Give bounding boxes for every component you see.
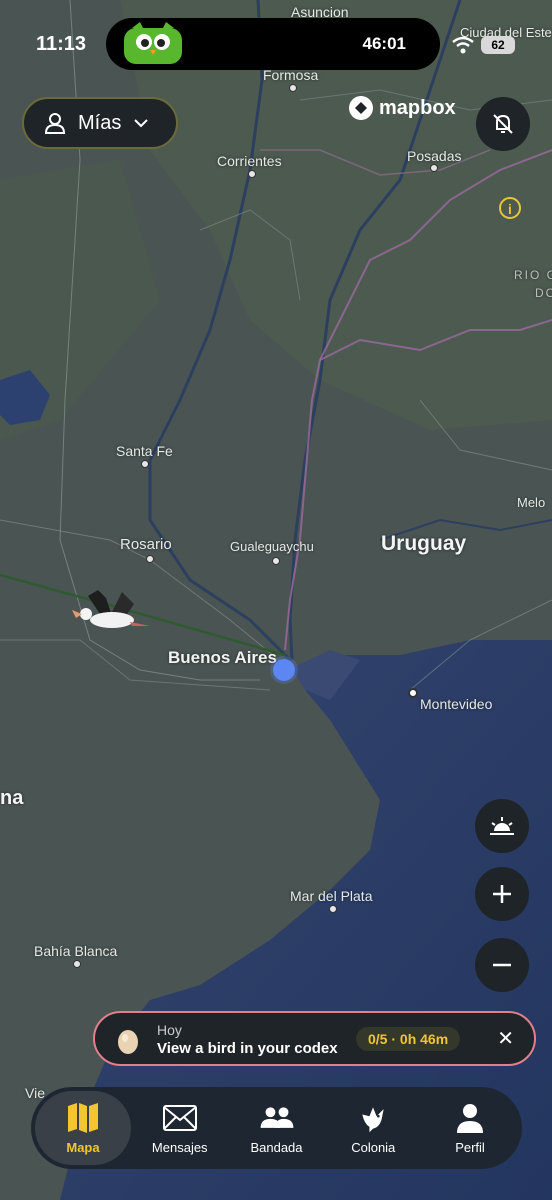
bird-marker-icon[interactable]	[68, 588, 154, 634]
mapbox-logo-text: mapbox	[379, 96, 456, 119]
map-label-uruguay: Uruguay	[381, 532, 467, 555]
sunset-icon	[490, 817, 514, 835]
person-icon	[44, 113, 66, 134]
dynamic-island[interactable]: 46:01	[106, 18, 440, 70]
mapbox-logo-icon	[349, 96, 373, 120]
minus-icon	[493, 963, 511, 967]
city-dot	[289, 84, 297, 92]
map-label-rio-grande-2: DO	[535, 286, 552, 300]
city-dot	[408, 688, 418, 698]
tab-colonia[interactable]: Colonia	[325, 1091, 421, 1165]
map-label-mar-del-plata: Mar del Plata	[290, 888, 373, 904]
city-dot	[141, 460, 149, 468]
group-icon	[260, 1106, 293, 1128]
info-icon[interactable]: i	[499, 197, 521, 219]
status-time: 11:13	[36, 33, 87, 55]
envelope-icon	[162, 1104, 197, 1131]
tab-label: Mapa	[66, 1139, 100, 1155]
tab-label: Bandada	[250, 1139, 303, 1155]
map-label-rio-grande: RIO G	[514, 268, 552, 282]
island-timer: 46:01	[362, 34, 406, 53]
city-dot	[73, 960, 81, 968]
owl-mascot-icon	[124, 22, 182, 64]
person-icon	[457, 1103, 483, 1133]
owner-filter-dropdown[interactable]: Mías	[22, 97, 178, 149]
tab-perfil[interactable]: Perfil	[422, 1091, 518, 1165]
bird-icon	[362, 1106, 384, 1132]
city-dot	[329, 905, 337, 913]
zoom-in-button[interactable]	[475, 867, 529, 921]
tab-mensajes[interactable]: Mensajes	[132, 1091, 228, 1165]
city-dot	[272, 557, 280, 565]
map-icon	[68, 1102, 98, 1133]
daily-quest-banner[interactable]: Hoy View a bird in your codex 0/5 · 0h 4…	[93, 1011, 536, 1066]
zoom-out-button[interactable]	[475, 938, 529, 992]
user-location-dot	[273, 659, 295, 681]
map-label-posadas: Posadas	[407, 148, 462, 164]
map-label-melo: Melo	[517, 495, 546, 510]
tab-bandada[interactable]: Bandada	[229, 1091, 325, 1165]
city-dot	[248, 170, 256, 178]
quest-title: Hoy	[157, 1022, 182, 1038]
mapbox-logo: mapbox	[349, 96, 456, 120]
map-label-gualeguaychu: Gualeguaychu	[230, 539, 314, 554]
bell-muted-icon	[493, 114, 513, 134]
daylight-toggle-button[interactable]	[475, 799, 529, 853]
map-label-montevideo: Montevideo	[420, 696, 493, 712]
egg-icon	[118, 1030, 138, 1054]
tab-mapa[interactable]: Mapa	[35, 1091, 131, 1165]
quest-description: View a bird in your codex	[157, 1040, 338, 1057]
map-label-na: na	[0, 787, 24, 809]
tab-label: Colonia	[351, 1139, 396, 1155]
bottom-tab-bar: Mapa Mensajes Bandada Colonia Perfil	[31, 1087, 522, 1169]
owner-filter-label: Mías	[78, 111, 122, 134]
plus-icon	[493, 885, 511, 903]
chevron-down-icon	[134, 119, 149, 128]
close-icon[interactable]: ✕	[497, 1028, 514, 1050]
mute-button[interactable]	[476, 97, 530, 151]
map-label-corrientes: Corrientes	[217, 153, 282, 169]
tab-label: Perfil	[455, 1139, 485, 1155]
map-label-santa-fe: Santa Fe	[116, 443, 173, 459]
wifi-icon	[452, 36, 474, 54]
map-label-bahia-blanca: Bahía Blanca	[34, 943, 118, 959]
city-dot	[430, 164, 438, 172]
map-label-buenos-aires: Buenos Aires	[168, 648, 277, 667]
quest-progress-badge: 0/5 · 0h 46m	[356, 1027, 461, 1051]
map-label-rosario: Rosario	[120, 536, 172, 553]
battery-icon: 62	[481, 36, 515, 54]
tab-label: Mensajes	[151, 1139, 208, 1155]
city-dot	[146, 555, 154, 563]
